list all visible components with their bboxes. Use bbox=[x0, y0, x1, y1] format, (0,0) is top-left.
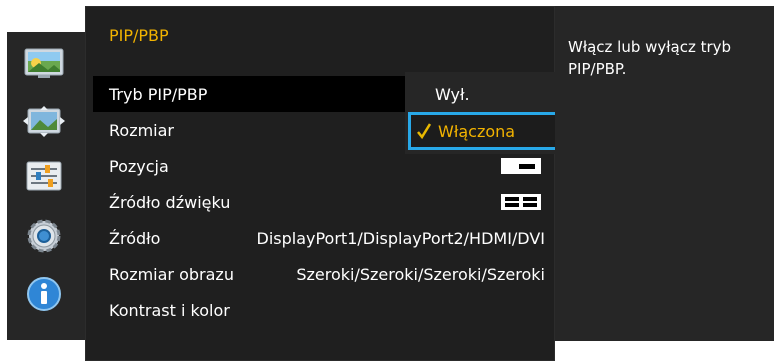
menu-item-value: DisplayPort1/DisplayPort2/HDMI/DVI bbox=[256, 228, 546, 248]
panel-title: PIP/PBP bbox=[109, 26, 169, 45]
system-gear-icon[interactable] bbox=[20, 218, 68, 254]
position-icon bbox=[501, 158, 541, 178]
menu-item-sound-source[interactable]: Źródło dźwięku bbox=[93, 184, 551, 220]
menu-item-value: Szeroki/Szeroki/Szeroki/Szeroki bbox=[296, 264, 545, 284]
menu-item-picture-size[interactable]: Rozmiar obrazu Szeroki/Szeroki/Szeroki/S… bbox=[93, 256, 551, 292]
setup-icon[interactable] bbox=[20, 158, 68, 194]
sound-source-icon bbox=[501, 194, 541, 214]
menu-item-contrast-color[interactable]: Kontrast i kolor bbox=[93, 292, 551, 328]
dropdown-option-label: Wył. bbox=[435, 84, 470, 104]
help-description: Włącz lub wyłącz tryb PIP/PBP. bbox=[568, 38, 732, 78]
onscreen-display-icon[interactable] bbox=[20, 104, 68, 140]
monitor-osd: PIP/PBP Tryb PIP/PBP Rozmiar Pozycja Źró… bbox=[0, 0, 774, 361]
menu-item-source[interactable]: Źródło DisplayPort1/DisplayPort2/HDMI/DV… bbox=[93, 220, 551, 256]
help-panel: Włącz lub wyłącz tryb PIP/PBP. bbox=[555, 6, 774, 341]
menu-item-label: Źródło dźwięku bbox=[109, 192, 231, 212]
category-sidebar bbox=[7, 32, 85, 340]
pip-pbp-menu-panel: PIP/PBP Tryb PIP/PBP Rozmiar Pozycja Źró… bbox=[85, 6, 631, 361]
picture-icon[interactable] bbox=[20, 46, 68, 82]
menu-item-label: Tryb PIP/PBP bbox=[109, 84, 208, 104]
menu-item-label: Źródło bbox=[109, 228, 161, 248]
dropdown-option-label: Włączona bbox=[438, 121, 516, 141]
menu-item-label: Kontrast i kolor bbox=[109, 300, 230, 320]
menu-item-label: Pozycja bbox=[109, 156, 169, 176]
information-icon[interactable] bbox=[20, 276, 68, 312]
menu-item-label: Rozmiar bbox=[109, 120, 174, 140]
checkmark-icon bbox=[417, 122, 432, 140]
menu-item-label: Rozmiar obrazu bbox=[109, 264, 234, 284]
